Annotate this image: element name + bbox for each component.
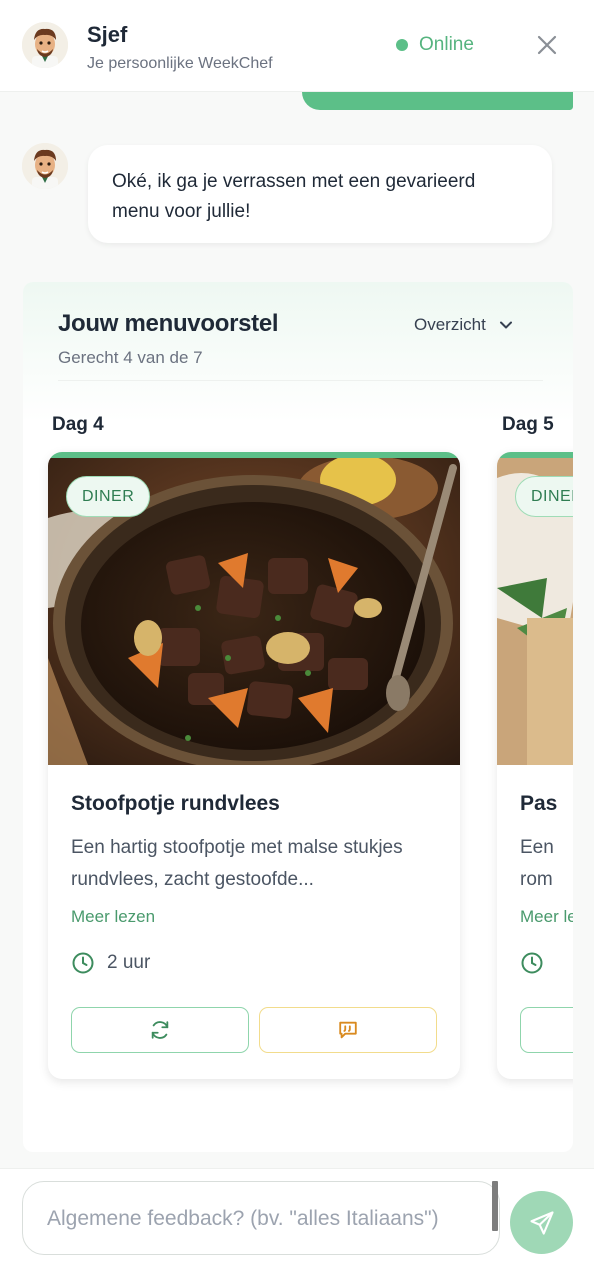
swap-meal-button[interactable]	[71, 1007, 249, 1053]
swap-meal-button[interactable]	[520, 1007, 573, 1053]
menu-title: Jouw menuvoorstel	[58, 310, 279, 337]
status-indicator: Online	[396, 34, 474, 56]
feedback-button[interactable]	[259, 1007, 437, 1053]
overview-dropdown[interactable]: Overzicht	[414, 315, 514, 335]
menu-proposal-panel: Jouw menuvoorstel Gerecht 4 van de 7 Ove…	[23, 282, 573, 1152]
divider	[58, 380, 543, 381]
overview-label: Overzicht	[414, 315, 486, 334]
input-scrollbar[interactable]	[492, 1181, 498, 1231]
meal-description: Een rom	[520, 837, 554, 890]
bot-subtitle: Je persoonlijke WeekChef	[87, 55, 273, 72]
day-label: Dag 5	[502, 414, 554, 435]
menu-progress: Gerecht 4 van de 7	[58, 348, 203, 367]
close-icon	[537, 35, 557, 55]
cooking-time-label: 2 uur	[107, 952, 151, 973]
chef-avatar	[22, 22, 68, 68]
meal-description: Een hartig stoofpotje met malse stukjes …	[71, 837, 403, 890]
meal-title: Pas	[520, 792, 558, 815]
refresh-icon	[151, 1021, 169, 1039]
meal-type-badge: DINER	[515, 476, 573, 517]
clock-icon	[72, 952, 94, 974]
meal-card[interactable]: DINER Pas Een rom Meer lezen	[497, 452, 573, 1079]
close-button[interactable]	[532, 30, 562, 60]
day-label: Dag 4	[52, 414, 104, 435]
cooking-time	[520, 951, 544, 975]
read-more-link[interactable]: Meer lezen	[71, 907, 155, 927]
status-label: Online	[419, 34, 474, 55]
cooking-time: 2 uur	[71, 951, 150, 975]
meal-type-badge: DINER	[66, 476, 151, 517]
message-composer	[0, 1168, 594, 1288]
comment-quote-icon	[339, 1021, 357, 1039]
read-more-link[interactable]: Meer lezen	[520, 907, 573, 927]
user-message-bubble	[302, 92, 573, 110]
send-icon	[529, 1210, 554, 1235]
bot-name: Sjef	[87, 22, 128, 47]
status-dot	[396, 39, 408, 51]
bot-message-bubble: Oké, ik ga je verrassen met een gevariee…	[88, 145, 552, 243]
chef-avatar	[22, 143, 68, 189]
chat-header: Sjef Je persoonlijke WeekChef Online	[0, 0, 594, 92]
chevron-down-icon	[499, 321, 512, 329]
meal-title: Stoofpotje rundvlees	[71, 792, 280, 815]
feedback-input[interactable]	[47, 1204, 475, 1254]
feedback-input-box[interactable]	[22, 1181, 500, 1255]
clock-icon	[521, 952, 543, 974]
send-button[interactable]	[510, 1191, 573, 1254]
meal-card[interactable]: DINER Stoofpotje rundvlees Een hartig st…	[48, 452, 460, 1079]
